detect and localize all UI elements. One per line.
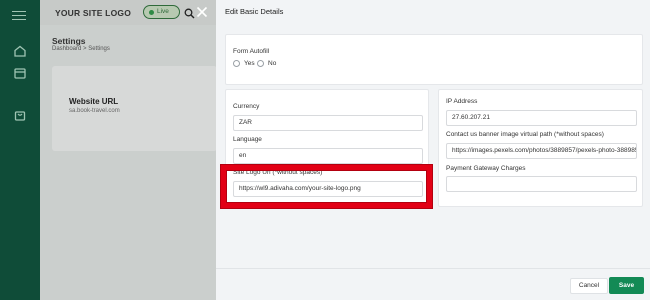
form-autofill-label: Form Autofill — [233, 48, 270, 55]
bag-icon[interactable] — [13, 108, 27, 122]
edit-basic-details-drawer: Edit Basic Details Form Autofill Yes No … — [216, 0, 650, 300]
banner-path-label: Contact us banner image virtual path (*w… — [446, 131, 604, 138]
ip-address-label: IP Address — [446, 98, 478, 105]
currency-label: Currency — [233, 103, 260, 110]
search-icon[interactable] — [184, 6, 195, 19]
card-title: Website URL — [69, 97, 119, 106]
menu-icon[interactable] — [12, 8, 26, 23]
drawer-title: Edit Basic Details — [225, 7, 284, 16]
currency-field[interactable]: ZAR — [233, 115, 423, 131]
language-field[interactable]: en — [233, 148, 423, 164]
cancel-button[interactable]: Cancel — [570, 278, 608, 294]
live-dot-icon — [149, 9, 154, 15]
site-logo: YOUR SITE LOGO — [55, 8, 132, 18]
autofill-yes-label[interactable]: Yes — [244, 60, 255, 67]
right-panel: IP Address 27.60.207.21 Contact us banne… — [438, 89, 643, 207]
autofill-no-radio[interactable] — [257, 60, 264, 67]
banner-path-field[interactable]: https://images.pexels.com/photos/3889857… — [446, 143, 637, 159]
live-badge[interactable]: Live — [143, 5, 180, 19]
gateway-charges-label: Payment Gateway Charges — [446, 165, 526, 172]
home-icon[interactable] — [13, 44, 27, 58]
close-icon[interactable] — [196, 5, 208, 18]
gateway-charges-field[interactable] — [446, 176, 637, 192]
autofill-yes-radio[interactable] — [233, 60, 240, 67]
language-label: Language — [233, 136, 262, 143]
highlight-annotation — [221, 165, 432, 208]
autofill-no-label[interactable]: No — [268, 60, 276, 67]
drawer-footer: Cancel Save — [216, 268, 650, 300]
sidebar — [0, 0, 40, 300]
autofill-panel: Form Autofill Yes No — [225, 34, 643, 85]
live-label: Live — [157, 8, 169, 15]
ip-address-field[interactable]: 27.60.207.21 — [446, 110, 637, 126]
drawer-header: Edit Basic Details — [216, 0, 650, 25]
calendar-icon[interactable] — [13, 66, 27, 80]
card-subtitle: sa.book-travel.com — [69, 108, 120, 114]
page-title: Settings — [52, 36, 86, 46]
breadcrumb[interactable]: Dashboard > Settings — [52, 46, 110, 52]
save-button[interactable]: Save — [609, 277, 644, 294]
